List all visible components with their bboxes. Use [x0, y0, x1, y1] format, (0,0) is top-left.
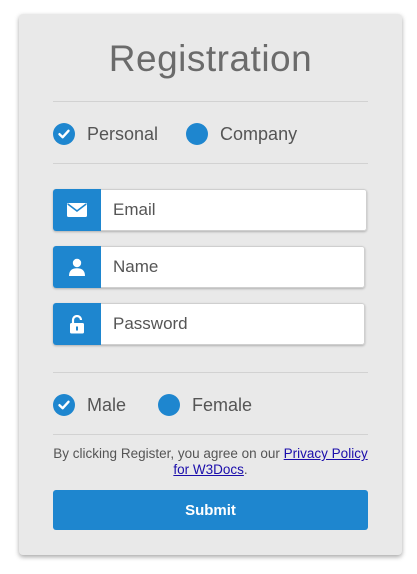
- terms-prefix: By clicking Register, you agree on our: [53, 446, 284, 461]
- radio-female[interactable]: Female: [158, 394, 252, 416]
- terms-suffix: .: [243, 462, 248, 477]
- divider: [53, 163, 368, 164]
- terms-text: By clicking Register, you agree on our P…: [53, 446, 368, 478]
- account-type-group: Personal Company: [53, 122, 297, 146]
- email-field-group: [53, 189, 367, 231]
- radio-personal-label: Personal: [87, 123, 159, 144]
- form-title: Registration: [108, 38, 313, 79]
- radio-female-label: Female: [192, 394, 253, 415]
- divider: [53, 101, 368, 102]
- email-field[interactable]: [101, 189, 367, 231]
- name-field[interactable]: [101, 246, 365, 288]
- password-field[interactable]: [101, 303, 365, 345]
- divider: [53, 372, 368, 373]
- envelope-icon: [53, 189, 101, 231]
- radio-personal[interactable]: Personal: [53, 123, 158, 145]
- gender-group: Male Female: [53, 393, 252, 417]
- radio-male[interactable]: Male: [53, 394, 126, 416]
- radio-unchecked-icon: [158, 394, 181, 416]
- checked-icon: [53, 394, 75, 416]
- registration-card: Registration Personal Company Email Name…: [19, 14, 402, 555]
- name-field-group: [53, 246, 365, 288]
- password-field-group: [53, 303, 365, 345]
- checked-icon: [53, 123, 75, 145]
- radio-unchecked-icon: [186, 123, 209, 145]
- user-icon: [53, 246, 101, 288]
- unlock-icon: [53, 303, 101, 345]
- radio-company-label: Company: [220, 123, 298, 144]
- radio-male-label: Male: [87, 394, 127, 415]
- submit-button[interactable]: Submit: [53, 490, 368, 530]
- radio-company[interactable]: Company: [186, 123, 297, 145]
- divider: [53, 434, 368, 435]
